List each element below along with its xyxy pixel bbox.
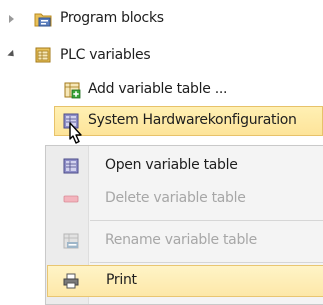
menu-item-label: Open variable table <box>105 157 238 173</box>
printer-icon <box>62 272 80 290</box>
add-table-icon <box>63 81 81 99</box>
rename-icon <box>62 232 80 250</box>
tree-item-label: PLC variables <box>60 47 151 63</box>
tree-item-program-blocks[interactable]: Program blocks <box>0 5 323 33</box>
menu-item-rename-variable-table[interactable]: Rename variable table <box>47 225 323 257</box>
menu-item-delete-variable-table[interactable]: Delete variable table <box>47 183 323 215</box>
menu-item-label: Print <box>106 272 137 288</box>
tree-item-label: Add variable table ... <box>88 81 228 97</box>
menu-item-label: Delete variable table <box>105 190 246 206</box>
delete-icon <box>62 190 80 208</box>
plc-variables-folder-icon <box>34 46 52 64</box>
tree-item-add-variable-table[interactable]: Add variable table ... <box>0 77 323 105</box>
menu-item-print[interactable]: Print <box>47 265 323 297</box>
tree-item-plc-variables[interactable]: PLC variables <box>0 42 323 70</box>
menu-item-label: Rename variable table <box>105 232 257 248</box>
tree-item-label: Program blocks <box>60 10 164 26</box>
menu-item-open-variable-table[interactable]: Open variable table <box>47 150 323 182</box>
context-menu: Open variable table Delete variable tabl… <box>45 145 323 305</box>
tree-item-label: System Hardwarekonfiguration <box>88 112 297 128</box>
collapse-arrow-icon[interactable] <box>7 49 17 60</box>
menu-separator <box>90 220 323 221</box>
tree-item-system-hardwarekonfiguration[interactable]: System Hardwarekonfiguration <box>54 106 323 136</box>
menu-separator <box>90 262 323 263</box>
expand-arrow-icon[interactable] <box>9 15 14 23</box>
program-blocks-folder-icon <box>34 10 52 28</box>
open-table-icon <box>62 157 80 175</box>
